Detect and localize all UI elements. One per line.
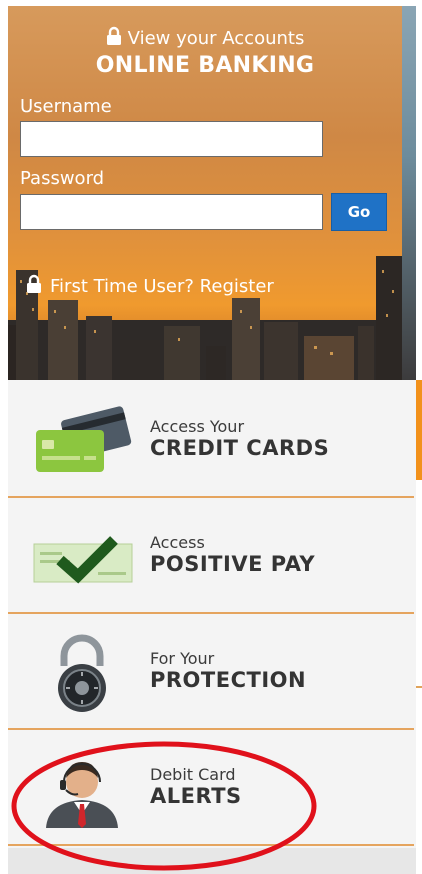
debit-alerts-title: ALERTS (150, 784, 242, 808)
panel-edge-strip (402, 6, 416, 380)
debit-alerts-caption: Debit Card (150, 765, 236, 784)
credit-cards-caption: Access Your (150, 417, 245, 436)
view-accounts-line: View your Accounts (8, 26, 402, 51)
protection-title: PROTECTION (150, 668, 307, 692)
login-header: View your Accounts ONLINE BANKING (8, 26, 402, 78)
menu-item-protection[interactable]: For Your PROTECTION (8, 614, 414, 730)
register-text: First Time User? Register (50, 276, 274, 297)
username-input[interactable] (20, 121, 323, 157)
register-link[interactable]: First Time User? Register (26, 274, 274, 299)
positive-pay-title: POSITIVE PAY (150, 552, 316, 576)
menu-item-positive-pay[interactable]: Access POSITIVE PAY (8, 498, 414, 614)
go-button[interactable]: Go (331, 193, 387, 231)
password-label: Password (20, 168, 105, 189)
menu-item-debit-card-alerts[interactable]: Debit Card ALERTS (8, 730, 414, 846)
positive-pay-caption: Access (150, 533, 205, 552)
credit-cards-icon (28, 400, 138, 480)
city-skyline-background (8, 256, 416, 380)
padlock-icon (28, 632, 138, 712)
orange-accent-bar (416, 380, 422, 480)
password-input[interactable] (20, 194, 323, 230)
bottom-strip (8, 848, 416, 874)
lock-icon (106, 26, 122, 51)
credit-cards-title: CREDIT CARDS (150, 436, 330, 460)
online-banking-title: ONLINE BANKING (95, 53, 315, 78)
check-mark-icon (28, 516, 138, 596)
username-label: Username (20, 96, 112, 117)
protection-caption: For Your (150, 649, 215, 668)
orange-divider (416, 686, 422, 688)
support-agent-icon (28, 748, 138, 828)
item-separator (8, 844, 414, 846)
online-banking-panel: View your Accounts ONLINE BANKING Userna… (8, 6, 416, 380)
lock-icon (26, 274, 42, 299)
view-accounts-text: View your Accounts (127, 28, 305, 49)
menu-item-credit-cards[interactable]: Access Your CREDIT CARDS (8, 382, 414, 498)
